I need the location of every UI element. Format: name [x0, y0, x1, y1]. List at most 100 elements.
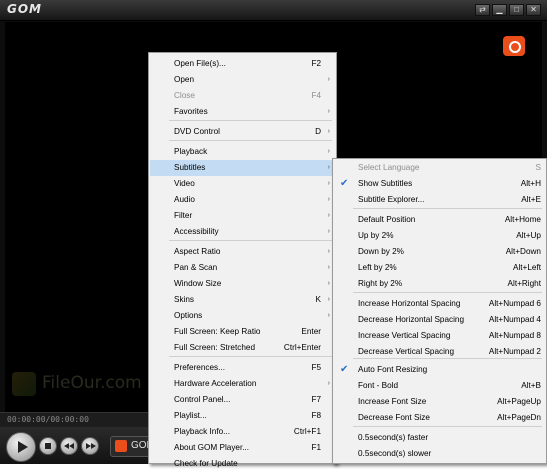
menu-item-right-by-2[interactable]: Right by 2% Alt+Right — [334, 276, 545, 292]
menu-item-label: Up by 2% — [358, 231, 394, 240]
maximize-button[interactable]: □ — [509, 4, 524, 16]
menu-item-about-gom-player[interactable]: About GOM Player... F1 — [150, 440, 335, 456]
menu-item-shortcut: F5 — [311, 363, 321, 372]
menu-item-default-position[interactable]: Default Position Alt+Home — [334, 212, 545, 228]
menu-item-down-by-2[interactable]: Down by 2% Alt+Down — [334, 244, 545, 260]
menu-item-label: Pan & Scan — [174, 263, 218, 272]
menu-item-increase-vertical-spacing[interactable]: Increase Vertical Spacing Alt+Numpad 8 — [334, 328, 545, 344]
gom-tag-button[interactable]: GOM — [110, 436, 155, 457]
watermark-text: FileOur.com — [42, 373, 142, 393]
menu-item-increase-font-size[interactable]: Increase Font Size Alt+PageUp — [334, 394, 545, 410]
menu-item-label: Aspect Ratio — [174, 247, 221, 256]
menu-item-shortcut: Alt+PageUp — [497, 397, 541, 406]
menu-item-skins[interactable]: Skins K › — [150, 292, 335, 308]
play-icon — [18, 441, 28, 453]
menu-item-pan-scan[interactable]: Pan & Scan › — [150, 260, 335, 276]
context-menu: Open File(s)... F2 Open › Close F4 Favorites › D… — [148, 52, 337, 468]
checkmark-icon: ✔ — [340, 178, 349, 189]
gom-tag-icon — [115, 440, 127, 452]
menu-item-label: Increase Horizontal Spacing — [358, 299, 461, 308]
chevron-right-icon: › — [327, 228, 330, 235]
menu-item-label: Font - Bold — [358, 381, 399, 390]
close-button[interactable]: ✕ — [526, 4, 541, 16]
menu-item-label: About GOM Player... — [174, 443, 250, 452]
menu-item-shortcut: Alt+PageDn — [497, 413, 541, 422]
chevron-right-icon: › — [327, 196, 330, 203]
menu-item-playback[interactable]: Playback › — [150, 144, 335, 160]
menu-item-full-screen-keep-ratio[interactable]: Full Screen: Keep Ratio Enter — [150, 324, 335, 340]
menu-item-open[interactable]: Open › — [150, 72, 335, 88]
chevron-right-icon: › — [327, 108, 330, 115]
menu-item-label: Check for Update — [174, 459, 238, 468]
menu-item-label: Favorites — [174, 107, 208, 116]
skin-switch-button[interactable]: ⇄ — [475, 4, 490, 16]
menu-item-aspect-ratio[interactable]: Aspect Ratio › — [150, 244, 335, 260]
menu-item-label: Audio — [174, 195, 195, 204]
menu-item-audio[interactable]: Audio › — [150, 192, 335, 208]
chevron-right-icon: › — [327, 148, 330, 155]
menu-item-hardware-acceleration[interactable]: Hardware Acceleration › — [150, 376, 335, 392]
menu-item-check-for-update[interactable]: Check for Update — [150, 456, 335, 472]
menu-item-shortcut: D — [315, 127, 321, 136]
chevron-right-icon: › — [327, 164, 330, 171]
chevron-right-icon: › — [327, 76, 330, 83]
menu-item-increase-horizontal-spacing[interactable]: Increase Horizontal Spacing Alt+Numpad 6 — [334, 296, 545, 312]
play-button[interactable] — [6, 432, 36, 462]
menu-item-0-5second-s-slower[interactable]: 0.5second(s) slower — [334, 446, 545, 462]
menu-item-subtitle-explorer[interactable]: Subtitle Explorer... Alt+E — [334, 192, 545, 208]
menu-item-subtitles[interactable]: Subtitles › — [150, 160, 335, 176]
menu-item-playlist[interactable]: Playlist... F8 — [150, 408, 335, 424]
menu-item-shortcut: F8 — [311, 411, 321, 420]
chevron-right-icon: › — [327, 264, 330, 271]
stop-button[interactable] — [39, 437, 57, 455]
checkmark-icon: ✔ — [340, 364, 349, 375]
menu-item-label: Subtitles — [174, 163, 206, 172]
next-button[interactable] — [81, 437, 99, 455]
menu-item-video[interactable]: Video › — [150, 176, 335, 192]
menu-item-shortcut: F4 — [311, 91, 321, 100]
menu-item-shortcut: Alt+H — [520, 179, 541, 188]
menu-item-options[interactable]: Options › — [150, 308, 335, 324]
menu-item-auto-font-resizing[interactable]: ✔ Auto Font Resizing — [334, 362, 545, 378]
menu-separator — [353, 208, 542, 209]
menu-item-shortcut: Alt+Numpad 4 — [488, 315, 541, 324]
menu-item-label: Playback Info... — [174, 427, 230, 436]
menu-item-control-panel[interactable]: Control Panel... F7 — [150, 392, 335, 408]
menu-item-decrease-font-size[interactable]: Decrease Font Size Alt+PageDn — [334, 410, 545, 426]
menu-item-label: Close — [174, 91, 195, 100]
title-bar[interactable]: GOM ⇄ ▁ □ ✕ — [0, 0, 547, 21]
menu-item-filter[interactable]: Filter › — [150, 208, 335, 224]
menu-item-decrease-horizontal-spacing[interactable]: Decrease Horizontal Spacing Alt+Numpad 4 — [334, 312, 545, 328]
swap-icon: ⇄ — [479, 5, 486, 14]
menu-item-open-file-s[interactable]: Open File(s)... F2 — [150, 56, 335, 72]
menu-item-playback-info[interactable]: Playback Info... Ctrl+F1 — [150, 424, 335, 440]
menu-item-label: Full Screen: Stretched — [174, 343, 256, 352]
menu-item-shortcut: Alt+Down — [505, 247, 541, 256]
menu-item-shortcut: Alt+Home — [504, 215, 541, 224]
previous-button[interactable] — [60, 437, 78, 455]
gom-cam-icon[interactable] — [503, 36, 525, 56]
menu-item-up-by-2[interactable]: Up by 2% Alt+Up — [334, 228, 545, 244]
menu-item-label: Accessibility — [174, 227, 219, 236]
menu-item-label: Video — [174, 179, 195, 188]
menu-item-dvd-control[interactable]: DVD Control D › — [150, 124, 335, 140]
menu-item-show-subtitles[interactable]: ✔ Show Subtitles Alt+H — [334, 176, 545, 192]
minimize-button[interactable]: ▁ — [492, 4, 507, 16]
menu-item-close[interactable]: Close F4 — [150, 88, 335, 104]
menu-item-preferences[interactable]: Preferences... F5 — [150, 360, 335, 376]
menu-item-shortcut: Enter — [301, 327, 321, 336]
menu-item-window-size[interactable]: Window Size › — [150, 276, 335, 292]
menu-item-left-by-2[interactable]: Left by 2% Alt+Left — [334, 260, 545, 276]
close-icon: ✕ — [530, 5, 537, 14]
watermark-logo-icon — [12, 372, 36, 396]
menu-item-full-screen-stretched[interactable]: Full Screen: Stretched Ctrl+Enter — [150, 340, 335, 356]
menu-item-select-language[interactable]: Select Language S — [334, 160, 545, 176]
menu-item-0-5second-s-faster[interactable]: 0.5second(s) faster — [334, 430, 545, 446]
menu-item-favorites[interactable]: Favorites › — [150, 104, 335, 120]
menu-item-font-bold[interactable]: Font - Bold Alt+B — [334, 378, 545, 394]
menu-item-accessibility[interactable]: Accessibility › — [150, 224, 335, 240]
menu-item-label: Subtitle Explorer... — [358, 195, 425, 204]
menu-item-label: Full Screen: Keep Ratio — [174, 327, 261, 336]
menu-item-shortcut: Ctrl+F1 — [293, 427, 321, 436]
menu-item-label: Increase Vertical Spacing — [358, 331, 451, 340]
